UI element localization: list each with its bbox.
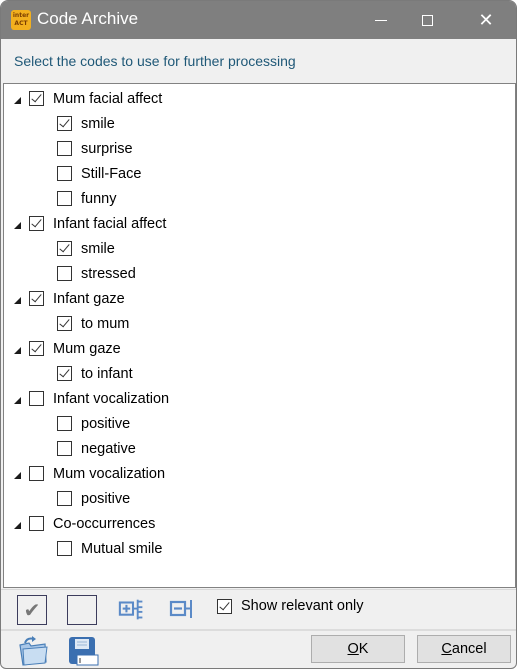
group-checkbox[interactable] <box>29 466 44 481</box>
show-relevant-only-checkbox[interactable]: Show relevant only <box>217 598 364 614</box>
cancel-button[interactable]: Cancel <box>417 635 511 663</box>
tree-code-item[interactable]: negative <box>57 436 136 461</box>
group-checkbox[interactable] <box>29 291 44 306</box>
tree-group[interactable]: Mum gaze <box>14 336 121 361</box>
code-checkbox[interactable] <box>57 441 72 456</box>
group-checkbox[interactable] <box>29 91 44 106</box>
code-label: positive <box>81 490 131 507</box>
show-relevant-label: Show relevant only <box>241 598 364 614</box>
expanded-arrow-icon[interactable] <box>14 346 21 354</box>
expanded-arrow-icon[interactable] <box>14 96 21 104</box>
close-icon: ✕ <box>478 9 494 31</box>
code-label: surprise <box>81 140 133 157</box>
code-label: Still-Face <box>81 165 142 182</box>
instruction-text: Select the codes to use for further proc… <box>14 53 296 69</box>
tree-code-item[interactable]: surprise <box>57 136 133 161</box>
code-label: stressed <box>81 265 136 282</box>
code-checkbox[interactable] <box>57 541 72 556</box>
code-label: Mutual smile <box>81 540 163 557</box>
check-all-icon: ✔ <box>23 598 41 622</box>
tree-group[interactable]: Infant facial affect <box>14 211 166 236</box>
group-checkbox[interactable] <box>29 216 44 231</box>
code-checkbox[interactable] <box>57 116 72 131</box>
show-relevant-checkbox-box[interactable] <box>217 598 232 614</box>
code-label: smile <box>81 240 115 257</box>
collapse-all-button[interactable] <box>169 595 199 625</box>
check-all-button[interactable]: ✔ <box>17 595 47 625</box>
ok-button[interactable]: OK <box>311 635 405 663</box>
group-label: Co-occurrences <box>53 515 156 532</box>
uncheck-all-button[interactable] <box>67 595 97 625</box>
close-button[interactable]: ✕ <box>463 1 509 39</box>
code-label: funny <box>81 190 117 207</box>
interact-app-icon: inter ACT <box>11 10 31 30</box>
tree-group[interactable]: Co-occurrences <box>14 511 155 536</box>
window-title: Code Archive <box>37 9 139 28</box>
tree-code-item[interactable]: positive <box>57 486 130 511</box>
tree-code-item[interactable]: to infant <box>57 361 133 386</box>
save-icon <box>69 637 99 666</box>
code-label: to infant <box>81 365 133 382</box>
code-tree[interactable]: Mum facial affect smile surprise Still-Face… <box>3 83 516 588</box>
open-button[interactable] <box>17 635 49 667</box>
code-checkbox[interactable] <box>57 191 72 206</box>
expanded-arrow-icon[interactable] <box>14 221 21 229</box>
code-checkbox[interactable] <box>57 491 72 506</box>
code-checkbox[interactable] <box>57 316 72 331</box>
group-checkbox[interactable] <box>29 391 44 406</box>
expanded-arrow-icon[interactable] <box>14 396 21 404</box>
cancel-label: ancel <box>451 641 487 657</box>
code-label: smile <box>81 115 115 132</box>
cancel-mnemonic: C <box>441 641 452 657</box>
tree-code-item[interactable]: funny <box>57 186 116 211</box>
tree-code-item[interactable]: positive <box>57 411 130 436</box>
tree-group[interactable]: Infant gaze <box>14 286 125 311</box>
code-label: positive <box>81 415 131 432</box>
group-label: Infant gaze <box>53 290 125 307</box>
code-label: negative <box>81 440 136 457</box>
tree-group[interactable]: Mum vocalization <box>14 461 165 486</box>
maximize-button[interactable] <box>404 1 450 39</box>
tree-group[interactable]: Infant vocalization <box>14 386 169 411</box>
expanded-arrow-icon[interactable] <box>14 471 21 479</box>
expanded-arrow-icon[interactable] <box>14 521 21 529</box>
minimize-icon <box>375 19 387 21</box>
expanded-arrow-icon[interactable] <box>14 296 21 304</box>
maximize-icon <box>421 14 433 26</box>
group-label: Infant facial affect <box>53 215 167 232</box>
open-folder-icon <box>19 636 48 666</box>
ok-mnemonic: O <box>347 641 359 657</box>
tree-code-item[interactable]: stressed <box>57 261 136 286</box>
tree-code-item[interactable]: smile <box>57 236 115 261</box>
code-checkbox[interactable] <box>57 141 72 156</box>
code-checkbox[interactable] <box>57 241 72 256</box>
group-label: Mum gaze <box>53 340 121 357</box>
tree-code-item[interactable]: smile <box>57 111 115 136</box>
tree-code-item[interactable]: Still-Face <box>57 161 141 186</box>
expand-all-button[interactable] <box>118 595 148 625</box>
code-archive-window: inter ACT Code Archive ✕ Select the codes… <box>0 0 517 669</box>
code-label: to mum <box>81 315 130 332</box>
code-checkbox[interactable] <box>57 366 72 381</box>
save-button[interactable] <box>67 635 99 667</box>
code-checkbox[interactable] <box>57 266 72 281</box>
tree-code-item[interactable]: Mutual smile <box>57 536 162 561</box>
group-label: Infant vocalization <box>53 390 170 407</box>
group-label: Mum facial affect <box>53 90 163 107</box>
ok-label: K <box>358 641 369 657</box>
group-checkbox[interactable] <box>29 341 44 356</box>
expand-all-icon <box>118 599 143 620</box>
group-label: Mum vocalization <box>53 465 166 482</box>
minimize-button[interactable] <box>358 1 404 39</box>
group-checkbox[interactable] <box>29 516 44 531</box>
tree-group[interactable]: Mum facial affect <box>14 86 162 111</box>
tree-code-item[interactable]: to mum <box>57 311 129 336</box>
code-checkbox[interactable] <box>57 166 72 181</box>
collapse-all-icon <box>169 600 192 618</box>
title-bar[interactable]: inter ACT Code Archive ✕ <box>1 1 516 39</box>
code-checkbox[interactable] <box>57 416 72 431</box>
